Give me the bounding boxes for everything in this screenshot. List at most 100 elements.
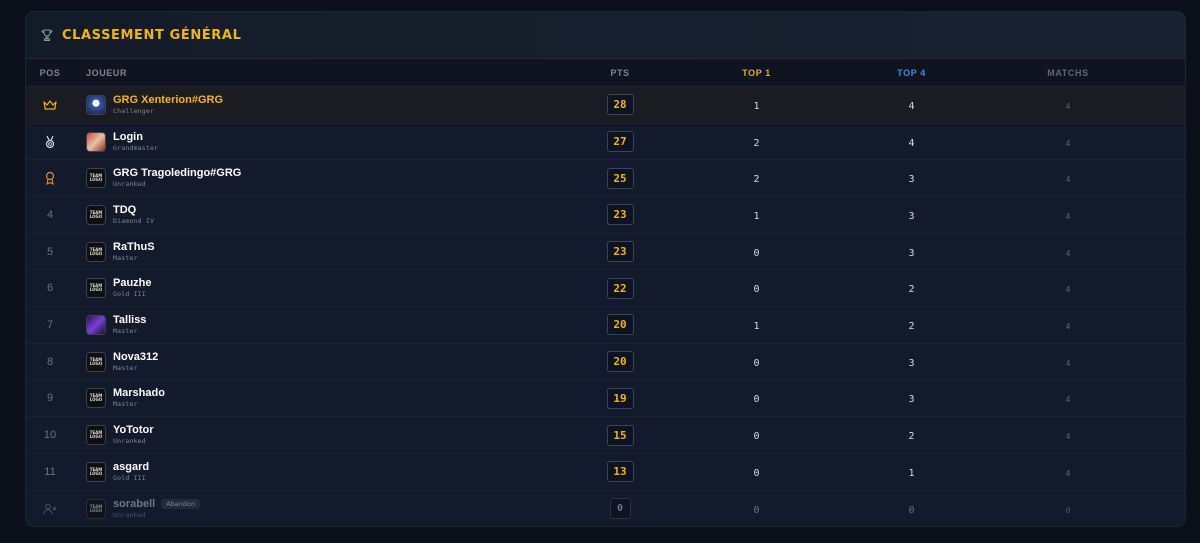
top4-cell: 0 <box>838 500 985 518</box>
table-row[interactable]: 8 TEAM LOGO Nova312 Master 20 0 3 4 <box>26 343 1185 381</box>
top4-cell: 4 <box>838 133 985 151</box>
points-value: 23 <box>606 241 634 263</box>
points-value: 27 <box>606 131 634 153</box>
player-name[interactable]: Talliss <box>113 314 146 327</box>
player-name[interactable]: sorabell <box>113 498 155 511</box>
top1-cell: 0 <box>675 389 838 407</box>
team-logo: TEAM LOGO <box>89 430 103 440</box>
player-name[interactable]: YoTotor <box>113 424 154 437</box>
points-cell: 13 <box>565 461 675 483</box>
player-name[interactable]: Nova312 <box>113 351 158 364</box>
points-cell: 23 <box>565 241 675 263</box>
points-cell: 25 <box>565 167 675 189</box>
column-header-player[interactable]: JOUEUR <box>74 68 565 78</box>
trophy-icon <box>40 28 54 42</box>
team-logo: TEAM LOGO <box>89 466 103 476</box>
table-row[interactable]: Login Grandmaster 27 2 4 4 <box>26 123 1185 161</box>
matches-value: 4 <box>1065 358 1071 368</box>
position-cell <box>26 135 74 149</box>
team-logo: TEAM LOGO <box>89 503 103 513</box>
top1-cell: 0 <box>675 500 838 518</box>
top1-cell: 2 <box>675 133 838 151</box>
top4-value: 2 <box>908 431 915 443</box>
table-row[interactable]: 7 Talliss Master 20 1 2 4 <box>26 307 1185 344</box>
table-row[interactable]: 6 TEAM LOGO Pauzhe Gold III 22 0 2 4 <box>26 270 1185 308</box>
top4-cell: 3 <box>838 206 985 224</box>
position-cell: 6 <box>26 282 74 294</box>
player-cell: TEAM LOGO Pauzhe Gold III <box>74 277 565 299</box>
player-cell: TEAM LOGO GRG Tragoledingo#GRG Unranked <box>74 167 565 189</box>
player-name[interactable]: asgard <box>113 461 149 474</box>
table-row[interactable]: 10 TEAM LOGO YoTotor Unranked 15 0 2 4 <box>26 417 1185 454</box>
position-cell: 8 <box>26 356 74 368</box>
table-row[interactable]: 11 TEAM LOGO asgard Gold III 13 0 1 4 <box>26 453 1185 491</box>
team-logo: TEAM LOGO <box>89 246 103 256</box>
column-header-top1[interactable]: TOP 1 <box>675 68 838 78</box>
player-rank: Master <box>113 326 138 335</box>
player-name[interactable]: GRG Tragoledingo#GRG <box>113 167 241 180</box>
player-name[interactable]: Marshado <box>113 387 165 400</box>
column-header-pos[interactable]: POS <box>26 68 74 78</box>
player-rank: Master <box>113 400 138 409</box>
points-cell: 20 <box>565 351 675 373</box>
top4-value: 4 <box>908 100 915 112</box>
player-rank: Unranked <box>113 437 146 446</box>
avatar <box>86 94 106 115</box>
position-number: 8 <box>46 355 54 368</box>
table-row[interactable]: GRG Xenterion#GRG Challenger 28 1 4 4 <box>26 87 1185 124</box>
top1-cell: 0 <box>675 353 838 371</box>
top4-value: 3 <box>908 210 915 222</box>
position-number: 4 <box>46 208 54 221</box>
top1-value: 1 <box>753 210 760 222</box>
table-body: GRG Xenterion#GRG Challenger 28 1 4 4 Lo… <box>26 87 1185 526</box>
top4-cell: 1 <box>838 463 985 481</box>
points-cell: 22 <box>565 277 675 299</box>
matches-value: 4 <box>1065 138 1071 148</box>
top1-cell: 0 <box>675 243 838 261</box>
player-name[interactable]: Pauzhe <box>113 277 152 290</box>
matches-cell: 4 <box>985 169 1185 187</box>
column-header-top4[interactable]: TOP 4 <box>838 68 985 78</box>
table-row[interactable]: TEAM LOGO GRG Tragoledingo#GRG Unranked … <box>26 160 1185 198</box>
matches-value: 4 <box>1065 432 1071 442</box>
position-number: 11 <box>44 465 56 478</box>
avatar <box>86 314 106 335</box>
player-name[interactable]: RaThuS <box>113 241 155 254</box>
top4-value: 3 <box>908 357 915 369</box>
position-cell: 5 <box>26 246 74 258</box>
matches-cell: 4 <box>985 133 1185 151</box>
column-header-pts[interactable]: PTS <box>565 68 675 78</box>
points-value: 19 <box>606 387 634 409</box>
team-logo: TEAM LOGO <box>89 173 103 183</box>
player-cell: TEAM LOGO YoTotor Unranked <box>74 424 565 446</box>
player-rank: Unranked <box>113 180 146 189</box>
table-row[interactable]: 9 TEAM LOGO Marshado Master 19 0 3 4 <box>26 380 1185 418</box>
top1-cell: 2 <box>675 169 838 187</box>
matches-cell: 4 <box>985 316 1185 334</box>
player-name[interactable]: Login <box>113 131 143 144</box>
points-value: 15 <box>606 424 634 446</box>
top4-value: 0 <box>908 504 915 516</box>
top4-cell: 3 <box>838 389 985 407</box>
top1-cell: 1 <box>675 96 838 114</box>
top4-cell: 4 <box>838 96 985 114</box>
player-rank: Unranked <box>113 510 146 519</box>
player-name[interactable]: TDQ <box>113 204 136 217</box>
top1-value: 1 <box>753 100 760 112</box>
table-row[interactable]: 4 TEAM LOGO TDQ Diamond IV 23 1 3 4 <box>26 197 1185 234</box>
points-value: 23 <box>606 204 634 226</box>
top1-value: 0 <box>753 247 760 259</box>
table-row[interactable]: 5 TEAM LOGO RaThuS Master 23 0 3 4 <box>26 233 1185 271</box>
avatar: TEAM LOGO <box>86 498 106 519</box>
player-name[interactable]: GRG Xenterion#GRG <box>113 94 223 107</box>
top1-cell: 1 <box>675 316 838 334</box>
points-value: 25 <box>606 167 634 189</box>
points-value: 13 <box>606 461 634 483</box>
leaderboard-card: CLASSEMENT GÉNÉRAL POS JOUEUR PTS TOP 1 … <box>25 11 1186 527</box>
top1-value: 2 <box>753 137 760 149</box>
avatar: TEAM LOGO <box>86 351 106 372</box>
column-header-matches[interactable]: MATCHS <box>985 68 1185 78</box>
table-row[interactable]: TEAM LOGO sorabell Abandon Unranked 0 0 … <box>26 490 1185 526</box>
player-rank: Gold III <box>113 290 146 299</box>
player-cell: Login Grandmaster <box>74 131 565 153</box>
